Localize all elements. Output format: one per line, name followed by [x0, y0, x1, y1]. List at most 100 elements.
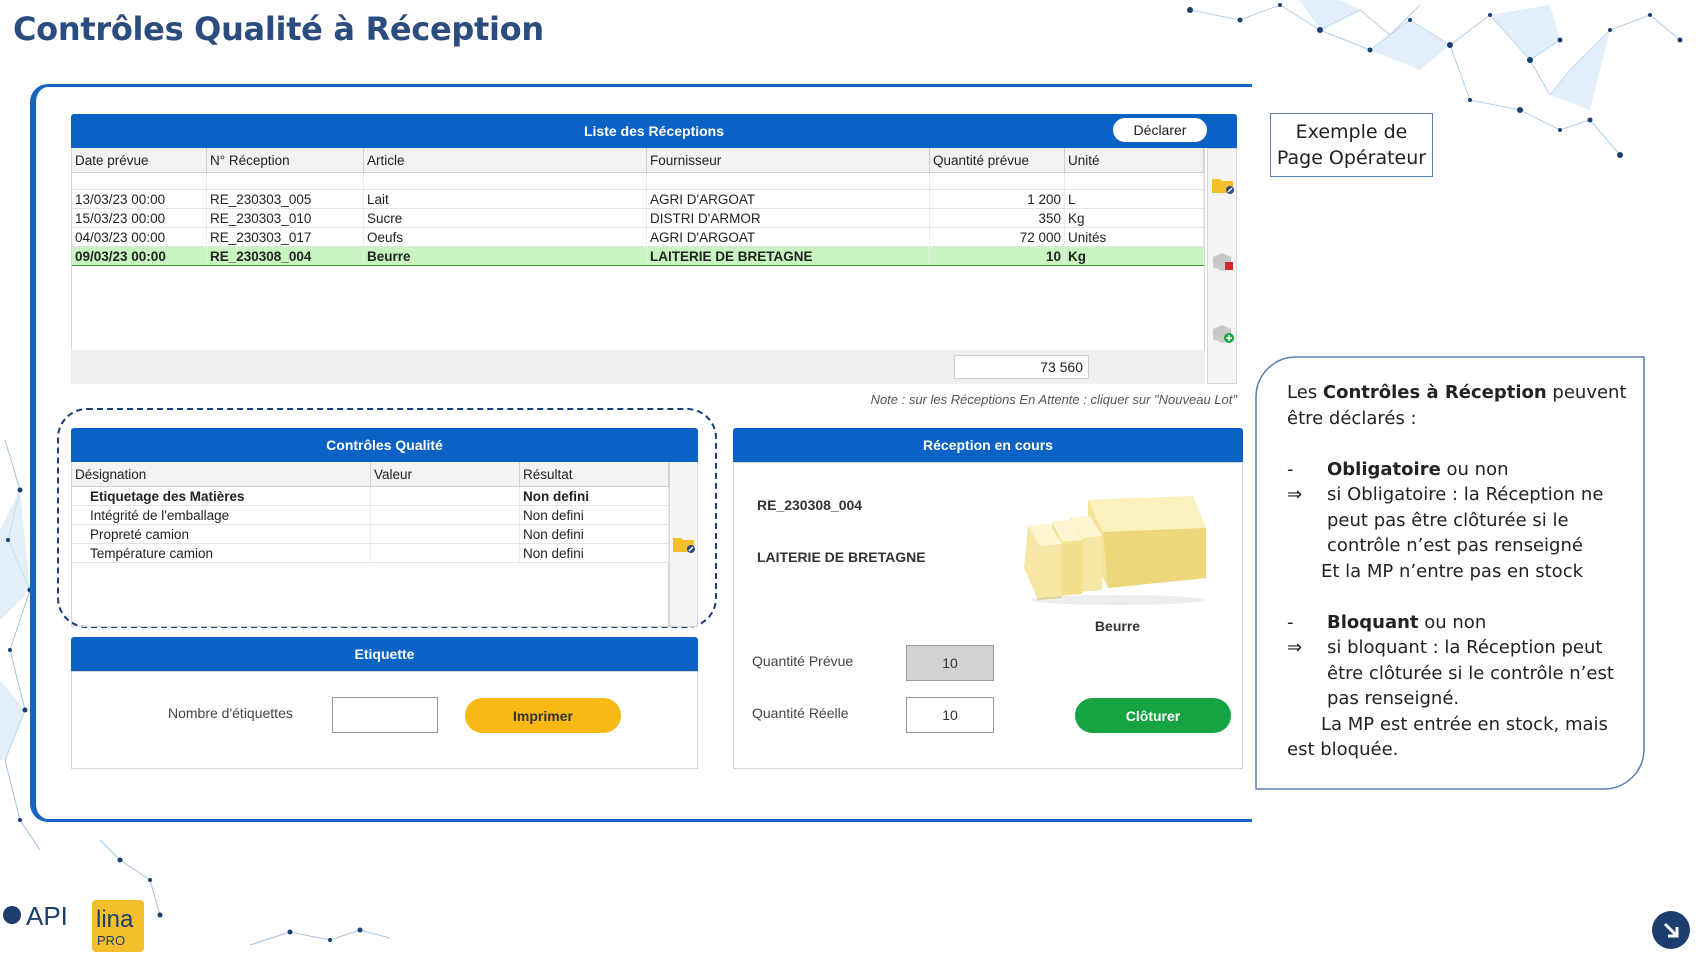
- info-intro-line2: être déclarés :: [1287, 407, 1417, 429]
- cell-value[interactable]: [370, 505, 520, 525]
- cell-value[interactable]: [370, 543, 520, 563]
- cell-value[interactable]: [370, 524, 520, 544]
- folder-edit-icon[interactable]: [1211, 173, 1235, 197]
- slide-title: Contrôles Qualité à Réception: [13, 10, 544, 48]
- arrow-down-right-icon: [1663, 922, 1679, 938]
- cell-result: Non defini: [519, 486, 669, 506]
- butter-image: [1024, 496, 1206, 605]
- cell-result: Non defini: [519, 543, 669, 563]
- cell-designation: Etiquetage des Matières: [72, 486, 371, 506]
- cell-designation: Température camion: [72, 543, 371, 563]
- planned-quantity-label: Quantité Prévue: [752, 653, 854, 669]
- table-row-empty: [72, 172, 1204, 190]
- receptions-toolbar: [1207, 148, 1237, 384]
- table-row[interactable]: 13/03/23 00:00 RE_230303_005 Lait AGRI D…: [72, 189, 1204, 209]
- info-blocking-title: Bloquant: [1327, 611, 1419, 633]
- quality-controls-table: Désignation Valeur Résultat Etiquetage d…: [71, 462, 669, 627]
- info-mandatory-line-3: contrôle n’est pas renseigné: [1327, 535, 1583, 556]
- lina-logo-text: lina: [96, 906, 134, 933]
- cell-supplier: AGRI D'ARGOAT: [646, 227, 930, 247]
- cell-designation: Intégrité de l'emballage: [72, 505, 371, 525]
- quality-toolbar: [669, 462, 698, 627]
- info-callout-text: Les Contrôles à Réception peuvent être d…: [1287, 380, 1627, 763]
- column-header[interactable]: N° Réception: [206, 148, 364, 173]
- cell-number: RE_230303_005: [206, 189, 364, 209]
- cell-quantity: 350: [929, 208, 1065, 228]
- note-text: Note : sur les Réceptions En Attente : c…: [870, 392, 1237, 407]
- actual-quantity-label: Quantité Réelle: [752, 705, 849, 721]
- info-mandatory-line-1: si Obligatoire : la Réception ne: [1327, 484, 1604, 505]
- reception-supplier: LAITERIE DE BRETAGNE: [757, 549, 926, 565]
- folder-edit-icon[interactable]: [672, 532, 696, 556]
- column-header[interactable]: Date prévue: [72, 148, 207, 173]
- table-header-row: Date prévue N° Réception Article Fournis…: [72, 148, 1204, 173]
- cell-unit: Kg: [1064, 208, 1204, 228]
- cell-number: RE_230303_017: [206, 227, 364, 247]
- current-reception-header: Réception en cours: [733, 428, 1243, 462]
- print-button[interactable]: Imprimer: [465, 698, 621, 733]
- table-row[interactable]: 15/03/23 00:00 RE_230303_010 Sucre DISTR…: [72, 208, 1204, 228]
- cell-unit: Unités: [1064, 227, 1204, 247]
- column-header[interactable]: Valeur: [370, 462, 520, 487]
- actual-quantity-input[interactable]: 10: [906, 697, 994, 733]
- info-blocking-line-5: est bloquée.: [1287, 739, 1399, 760]
- api-logo-text: API: [26, 901, 68, 931]
- info-blocking-line-4: La MP est entrée en stock, mais: [1321, 713, 1608, 735]
- cell-value[interactable]: [370, 486, 520, 506]
- cell-quantity: 1 200: [929, 189, 1065, 209]
- cell-unit: Kg: [1064, 246, 1204, 266]
- info-blocking-line-1: si bloquant : la Réception peut: [1327, 637, 1603, 658]
- label-count-label: Nombre d'étiquettes: [168, 705, 293, 721]
- info-blocking-post: ou non: [1418, 611, 1487, 633]
- cell-unit: L: [1064, 189, 1204, 209]
- info-mandatory-line-4: Et la MP n’entre pas en stock: [1321, 560, 1584, 582]
- arrow-icon: ⇒: [1287, 637, 1303, 658]
- info-mandatory-line-2: peut pas être clôturée si le: [1327, 509, 1569, 531]
- info-blocking-line-3: pas renseigné.: [1327, 688, 1460, 709]
- pro-logo-text: PRO: [97, 933, 125, 948]
- example-callout: Exemple de Page Opérateur: [1270, 113, 1433, 177]
- table-row-selected[interactable]: 09/03/23 00:00 RE_230308_004 Beurre LAIT…: [72, 246, 1204, 266]
- info-mandatory-post: ou non: [1440, 458, 1509, 480]
- cell-quantity: 10: [929, 246, 1065, 266]
- cell-date: 15/03/23 00:00: [72, 208, 207, 228]
- box-delete-icon[interactable]: [1211, 249, 1235, 273]
- column-header[interactable]: Fournisseur: [646, 148, 930, 173]
- cell-supplier: AGRI D'ARGOAT: [646, 189, 930, 209]
- cell-result: Non defini: [519, 524, 669, 544]
- reception-number: RE_230308_004: [757, 497, 863, 513]
- company-logos: API lina PRO: [3, 900, 144, 952]
- column-header[interactable]: Article: [363, 148, 647, 173]
- column-header[interactable]: Unité: [1064, 148, 1204, 173]
- declare-button[interactable]: Déclarer: [1113, 118, 1207, 142]
- cell-article: Sucre: [363, 208, 647, 228]
- example-line-2: Page Opérateur: [1276, 147, 1427, 169]
- info-blocking-line-2: être clôturée si le contrôle n’est: [1327, 662, 1614, 684]
- info-intro-post: peuvent: [1546, 382, 1627, 403]
- column-header[interactable]: Résultat: [519, 462, 669, 487]
- box-add-icon[interactable]: [1211, 321, 1235, 345]
- column-header[interactable]: Quantité prévue: [929, 148, 1065, 173]
- info-mandatory-title: Obligatoire: [1327, 458, 1441, 480]
- bullet-dash: -: [1287, 611, 1294, 633]
- cell-article: Beurre: [363, 246, 647, 266]
- info-intro-bold: Contrôles à Réception: [1322, 382, 1547, 403]
- receptions-table: Date prévue N° Réception Article Fournis…: [71, 148, 1205, 384]
- label-count-input[interactable]: [332, 697, 438, 733]
- next-slide-button[interactable]: [1652, 911, 1690, 949]
- example-line-1: Exemple de: [1295, 121, 1408, 143]
- table-row[interactable]: Etiquetage des Matières Non defini: [72, 486, 669, 506]
- table-row[interactable]: Température camion Non defini: [72, 543, 669, 563]
- cell-result: Non defini: [519, 505, 669, 525]
- cell-number: RE_230303_010: [206, 208, 364, 228]
- cell-date: 09/03/23 00:00: [72, 246, 207, 266]
- planned-quantity-field: 10: [906, 645, 994, 681]
- table-row[interactable]: 04/03/23 00:00 RE_230303_017 Oeufs AGRI …: [72, 227, 1204, 247]
- receptions-header: Liste des Réceptions Déclarer: [71, 114, 1237, 148]
- cell-date: 13/03/23 00:00: [72, 189, 207, 209]
- table-row[interactable]: Propreté camion Non defini: [72, 524, 669, 544]
- close-reception-button[interactable]: Clôturer: [1075, 698, 1231, 733]
- info-intro-pre: Les: [1287, 382, 1323, 403]
- column-header[interactable]: Désignation: [72, 462, 371, 487]
- table-row[interactable]: Intégrité de l'emballage Non defini: [72, 505, 669, 525]
